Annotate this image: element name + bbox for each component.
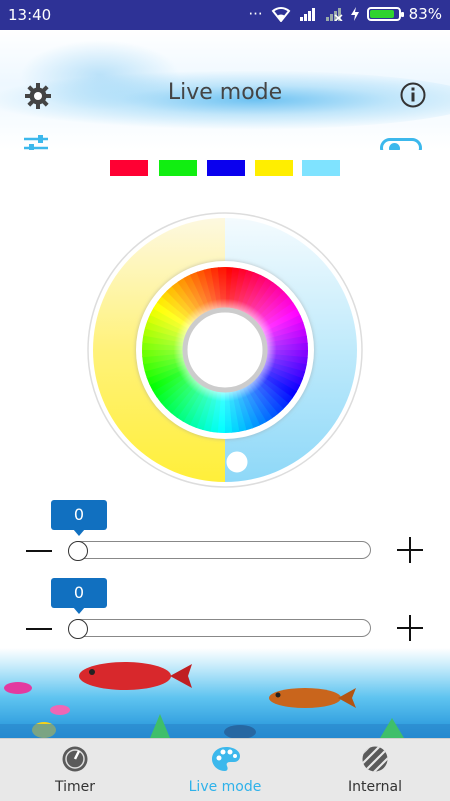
orange-fish (269, 688, 341, 708)
status-bar: 13:40 ··· 83% (0, 0, 450, 30)
tab-timer[interactable]: Timer (0, 739, 150, 801)
red-fish (79, 662, 171, 690)
tab-live-mode[interactable]: Live mode (150, 739, 300, 801)
no-signal-icon (325, 8, 343, 21)
battery-percent: 83% (408, 5, 442, 23)
slider2-track[interactable] (70, 619, 371, 637)
plus-icon[interactable] (397, 537, 423, 563)
swatch-cyan[interactable] (302, 160, 340, 176)
battery-icon (366, 7, 404, 21)
tab-live-mode-label: Live mode (188, 779, 262, 795)
striped-circle-icon (362, 746, 388, 772)
swatch-yellow[interactable] (255, 160, 293, 176)
slider1-thumb[interactable] (68, 541, 88, 561)
bottom-nav: Timer Live mode Internal (0, 738, 450, 801)
wifi-icon (271, 7, 291, 22)
tab-internal[interactable]: Internal (300, 739, 450, 801)
dots-icon: ··· (248, 5, 263, 23)
swatch-blue[interactable] (207, 160, 245, 176)
minus-icon[interactable] (26, 550, 52, 552)
info-icon[interactable] (400, 82, 426, 108)
toggle-knob (389, 143, 400, 150)
timer-icon (62, 746, 88, 772)
toggle-switch[interactable] (380, 138, 422, 150)
palette-icon (212, 747, 240, 771)
swatch-green[interactable] (159, 160, 197, 176)
swatch-red[interactable] (110, 160, 148, 176)
slider2-value-bubble: 0 (51, 578, 107, 614)
tab-timer-label: Timer (54, 779, 96, 795)
slider1-value-bubble: 0 (51, 500, 107, 536)
charging-icon (350, 7, 359, 21)
aquarium-banner (0, 648, 450, 738)
minus-icon[interactable] (26, 628, 52, 630)
plus-icon[interactable] (397, 615, 423, 641)
sliders-icon[interactable] (24, 135, 48, 150)
slider1-track[interactable] (70, 541, 371, 559)
gear-icon[interactable] (24, 82, 52, 110)
status-time: 13:40 (8, 6, 52, 24)
signal-icon (299, 8, 315, 21)
aquarium-illustration (0, 662, 450, 738)
color-wheel[interactable] (85, 210, 365, 490)
header: Live mode (0, 30, 450, 150)
status-icons: ··· 83% (248, 5, 442, 23)
slider2-thumb[interactable] (68, 619, 88, 639)
tab-internal-label: Internal (348, 779, 402, 795)
wheel-selector-handle[interactable] (226, 451, 248, 473)
page-title: Live mode (167, 80, 283, 105)
